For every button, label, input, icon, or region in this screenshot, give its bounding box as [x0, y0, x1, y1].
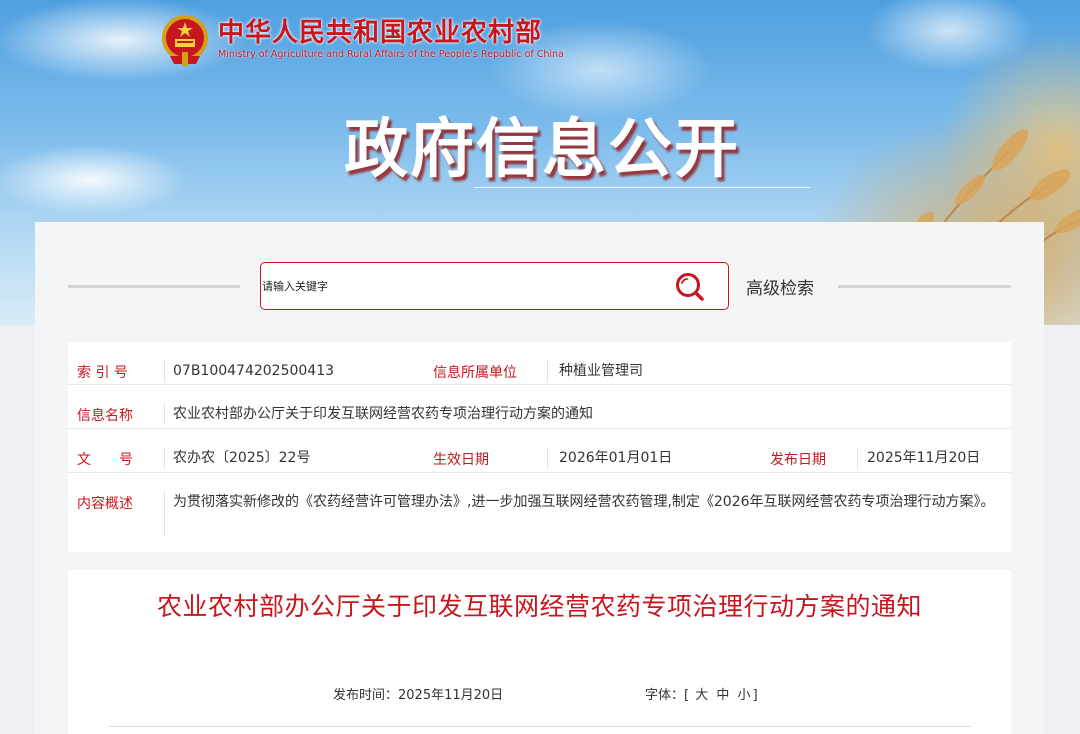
separator	[547, 447, 548, 469]
font-small-button[interactable]: 小	[736, 688, 753, 703]
doc-number-value: 农办农〔2025〕22号	[173, 450, 311, 466]
publish-date-label: 发布日期	[770, 452, 826, 468]
index-label: 索 引 号	[77, 365, 128, 381]
search-bar: 高级检索	[35, 262, 1044, 310]
font-size-label: 字体：	[645, 688, 685, 703]
summary-label: 内容概述	[77, 496, 133, 512]
index-value: 07B100474202500413	[173, 363, 335, 379]
effective-date-value: 2026年01月01日	[559, 450, 673, 466]
search-icon[interactable]	[674, 272, 706, 302]
separator	[547, 360, 548, 382]
info-table: 索 引 号 07B100474202500413 信息所属单位 种植业管理司 信…	[68, 342, 1011, 552]
national-emblem-icon	[162, 15, 208, 66]
bracket-close: ]	[752, 688, 758, 703]
publish-date-value: 2025年11月20日	[867, 450, 981, 466]
article-title: 农业农村部办公厅关于印发互联网经营农药专项治理行动方案的通知	[156, 592, 922, 621]
info-row-name: 信息名称 农业农村部办公厅关于印发互联网经营农药专项治理行动方案的通知	[68, 385, 1011, 429]
separator	[164, 360, 165, 382]
site-logo[interactable]: 中华人民共和国农业农村部 Ministry of Agriculture and…	[160, 12, 564, 68]
site-title-cn: 中华人民共和国农业农村部	[218, 18, 543, 48]
search-box	[260, 262, 729, 310]
info-row-doc: 文 号 农办农〔2025〕22号 生效日期 2026年01月01日 发布日期 2…	[68, 429, 1011, 473]
publish-time: 发布时间：2025年11月20日	[333, 684, 503, 703]
search-right-divider	[838, 285, 1011, 288]
separator	[164, 403, 165, 425]
summary-value: 为贯彻落实新修改的《农药经营许可管理办法》,进一步加强互联网经营农药管理,制定《…	[173, 494, 995, 510]
site-title-en: Ministry of Agriculture and Rural Affair…	[218, 49, 564, 60]
info-row-index: 索 引 号 07B100474202500413 信息所属单位 种植业管理司	[68, 342, 1011, 385]
unit-label: 信息所属单位	[433, 365, 517, 381]
separator	[857, 447, 858, 469]
name-label: 信息名称	[77, 408, 133, 424]
article-section: 农业农村部办公厅关于印发互联网经营农药专项治理行动方案的通知 发布时间：2025…	[68, 570, 1011, 734]
advanced-search-link[interactable]: 高级检索	[746, 274, 814, 299]
effective-date-label: 生效日期	[433, 452, 489, 468]
search-input[interactable]	[262, 275, 642, 297]
publish-time-label: 发布时间：	[333, 688, 399, 703]
publish-time-value: 2025年11月20日	[398, 688, 504, 703]
separator	[164, 447, 165, 469]
separator	[164, 491, 165, 536]
font-size-switcher: 字体：[ 大 中 小]	[645, 684, 758, 703]
doc-number-label: 文 号	[77, 452, 133, 468]
article-divider	[108, 726, 971, 727]
hero-divider	[474, 187, 810, 188]
content-panel: 高级检索 索 引 号 07B100474202500413 信息所属单位 种植业…	[35, 222, 1044, 734]
font-medium-button[interactable]: 中	[714, 688, 731, 703]
info-row-summary: 内容概述 为贯彻落实新修改的《农药经营许可管理办法》,进一步加强互联网经营农药管…	[68, 473, 1011, 552]
hero-title: 政府信息公开	[344, 113, 740, 187]
font-large-button[interactable]: 大	[693, 688, 710, 703]
search-left-divider	[68, 285, 240, 288]
unit-value: 种植业管理司	[559, 363, 643, 379]
bracket-open: [	[684, 688, 690, 703]
name-value: 农业农村部办公厅关于印发互联网经营农药专项治理行动方案的通知	[173, 406, 593, 422]
